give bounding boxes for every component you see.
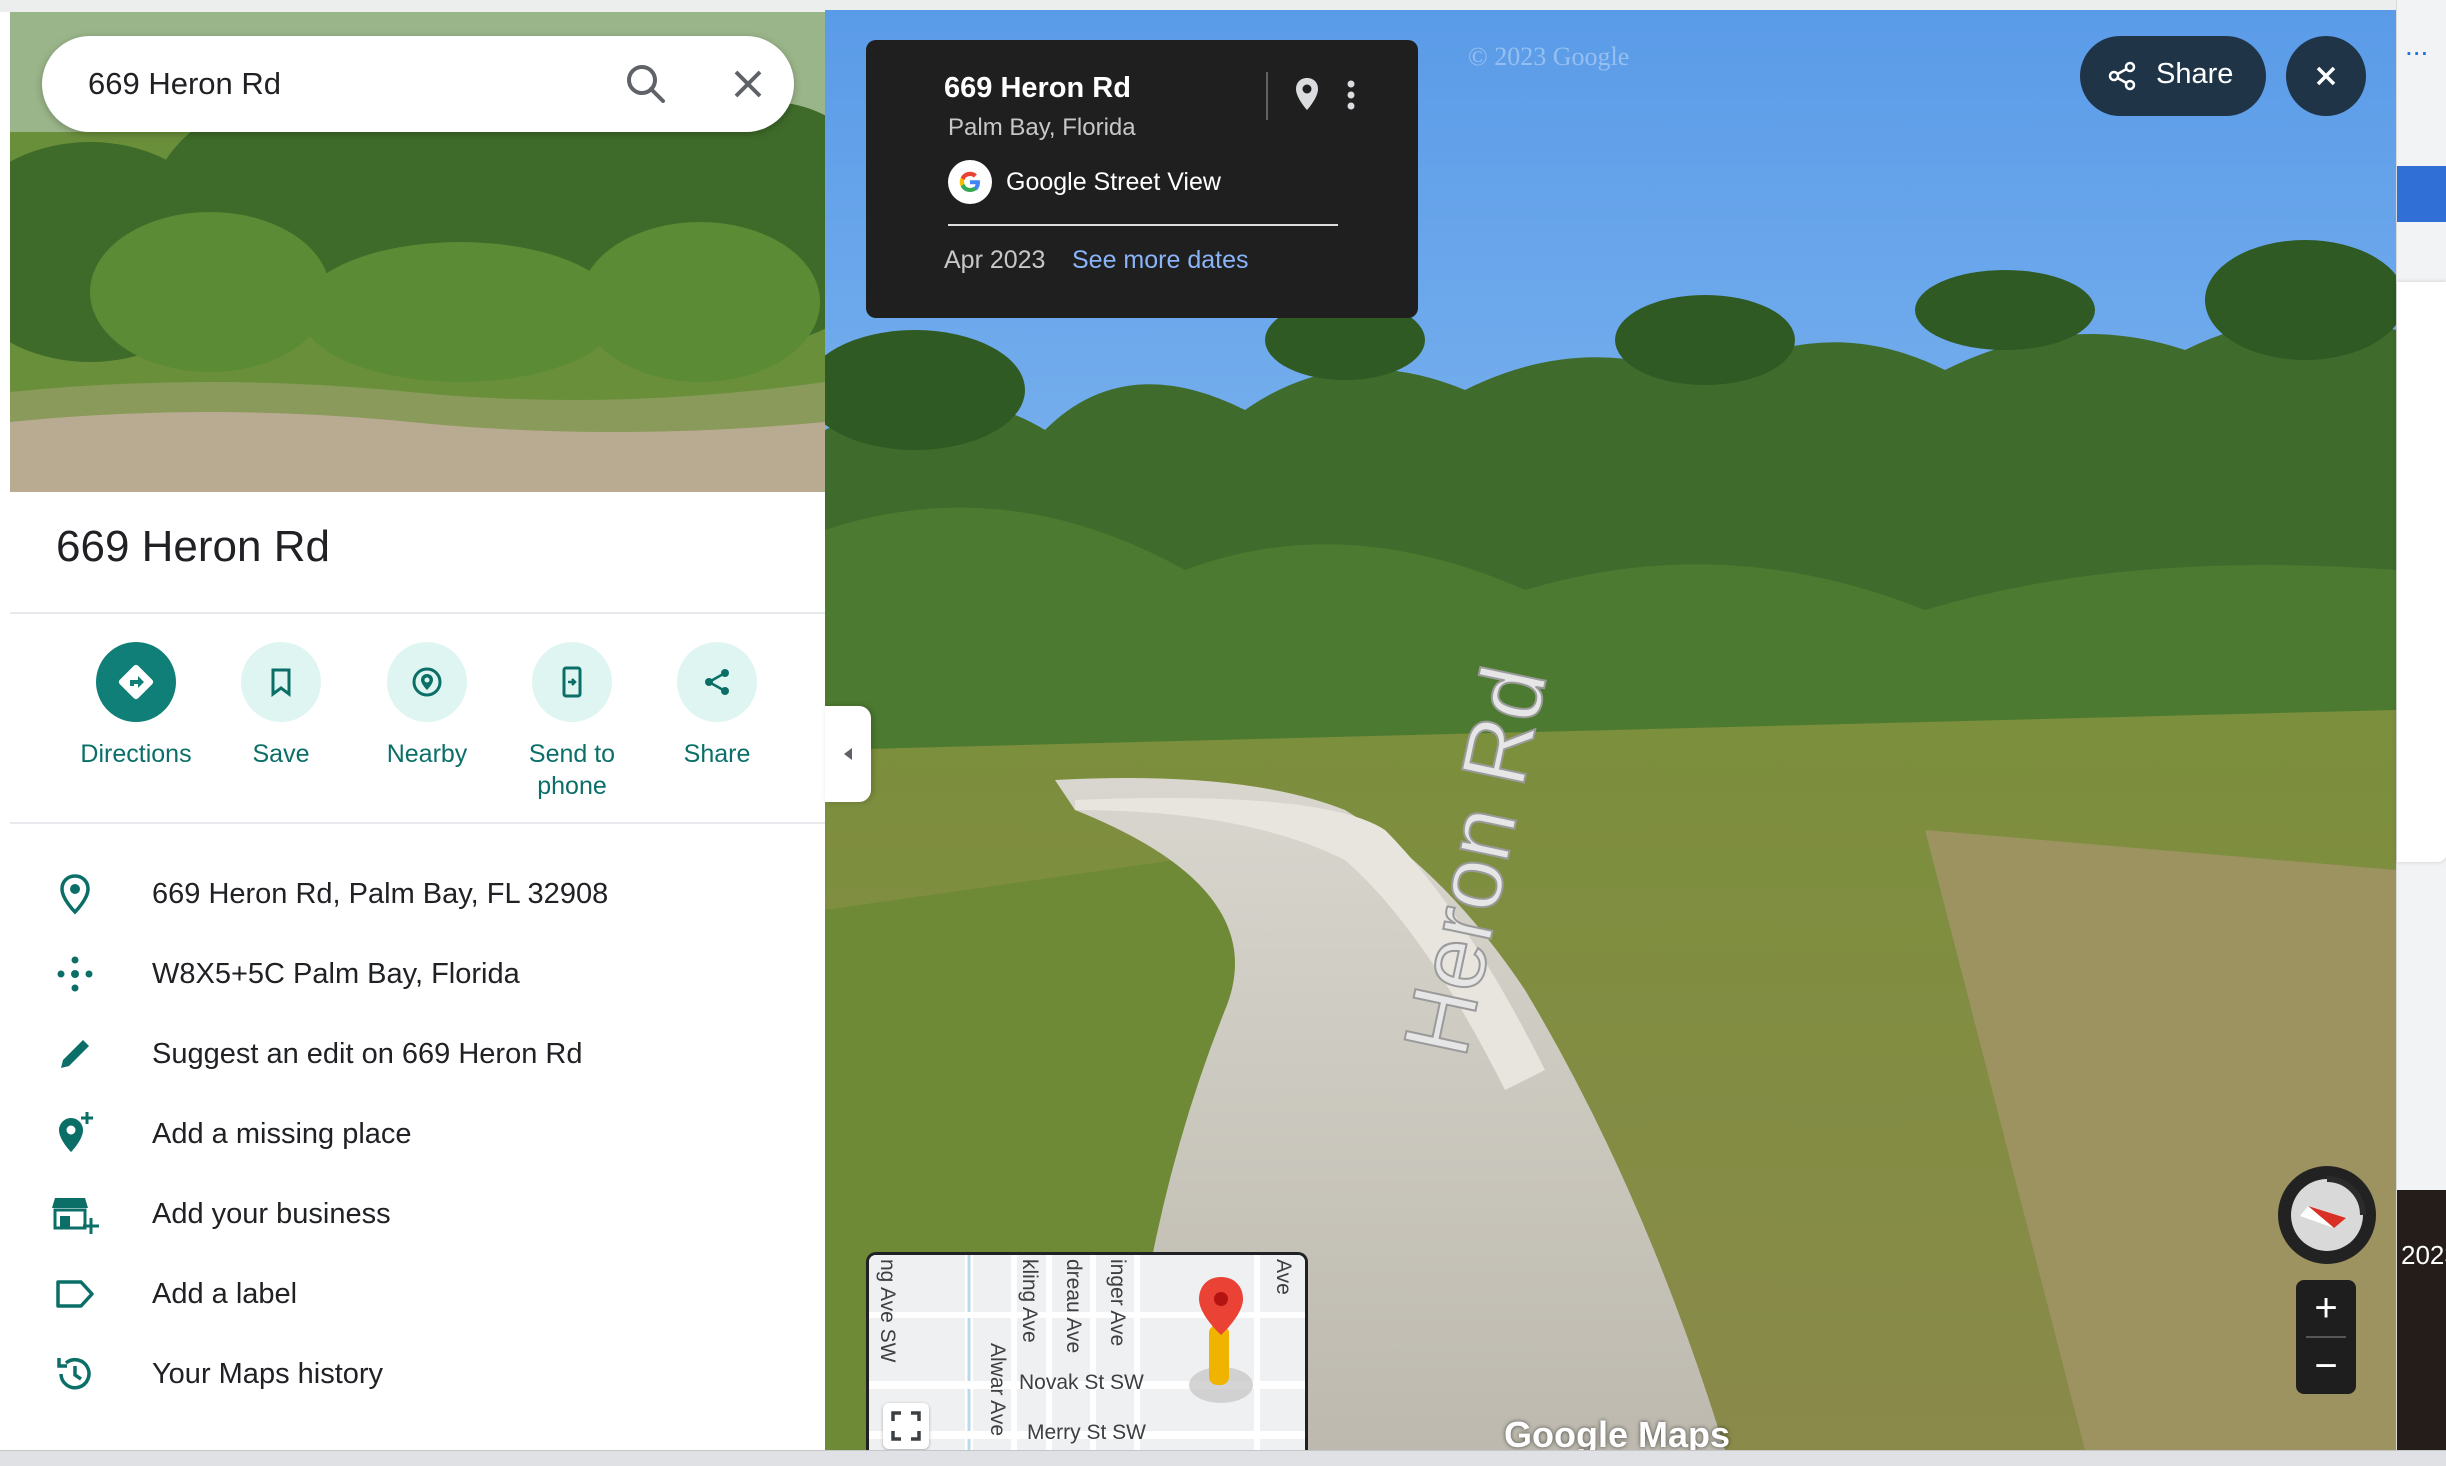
pencil-icon [50,1029,100,1079]
see-more-dates-link[interactable]: See more dates [1072,246,1249,275]
add-business-text: Add your business [152,1197,391,1230]
suggest-edit-text: Suggest an edit on 669 Heron Rd [152,1037,583,1070]
plus-code-row[interactable]: W8X5+5C Palm Bay, Florida [10,944,825,1004]
add-label-text: Add a label [152,1277,298,1310]
address-row[interactable]: 669 Heron Rd, Palm Bay, FL 32908 [10,864,825,924]
more-vert-icon [1347,80,1355,110]
location-pin-icon [50,869,100,919]
mini-map-road-label: Merry St SW [1027,1421,1146,1444]
close-icon [2316,66,2336,86]
compass-icon [2291,1176,2366,1251]
background-year-text: 2023 [2401,1240,2446,1270]
maps-window: Heron Rd © 2023 Google 669 Heron Rd 669 … [0,0,2446,1466]
label-icon [50,1269,100,1319]
close-street-view-button[interactable] [2286,36,2366,116]
clear-search-button[interactable] [722,58,774,110]
maps-history-row[interactable]: Your Maps history [10,1344,825,1404]
share-icon [2108,61,2136,91]
collapse-panel-button[interactable] [825,706,871,802]
capture-date: Apr 2023 [944,246,1046,274]
divider [10,822,825,824]
zoom-out-button[interactable]: − [2296,1338,2356,1394]
directions-label: Directions [80,740,192,768]
card-title: 669 Heron Rd [944,72,1131,104]
share-icon-circle [677,642,757,722]
share-icon [705,669,729,695]
place-title: 669 Heron Rd [56,522,330,571]
search-input[interactable] [88,60,608,108]
directions-icon [118,664,154,700]
provider-label: Google Street View [1006,168,1221,196]
mini-map-road-label: dreau Ave [1062,1259,1085,1354]
card-divider-horizontal [948,224,1338,226]
background-window-edge: ... 2023 [2396,0,2446,1466]
nearby-icon [412,667,442,697]
card-location-button[interactable] [1284,70,1330,120]
nearby-label: Nearby [386,740,468,768]
mini-map[interactable]: ng Ave SW kling Ave dreau Ave inger Ave … [866,1252,1308,1452]
save-label: Save [252,740,310,768]
send-to-label-line1: Send to [528,740,616,768]
add-missing-place-text: Add a missing place [152,1117,412,1150]
close-icon [734,70,762,98]
location-pin-icon [1296,78,1318,110]
add-place-icon [50,1109,100,1159]
card-divider [1266,72,1268,120]
share-label: Share [683,740,751,768]
search-button[interactable] [620,58,672,110]
plus-code-text: W8X5+5C Palm Bay, Florida [152,957,520,990]
street-view-share-button[interactable]: Share [2080,36,2266,116]
save-button[interactable]: Save [208,642,354,770]
send-to-phone-label: Send to phone [499,738,645,802]
address-text: 669 Heron Rd, Palm Bay, FL 32908 [152,877,609,910]
expand-map-button[interactable] [883,1403,929,1449]
zoom-control: + − [2296,1280,2356,1394]
background-card [2397,282,2446,862]
plus-code-icon [50,949,100,999]
add-missing-place-row[interactable]: Add a missing place [10,1104,825,1164]
taskbar-strip [0,1450,2446,1466]
share-button-label: Share [2156,58,2234,90]
nearby-icon-circle [387,642,467,722]
send-to-phone-button[interactable]: Send to phone [499,642,645,802]
add-label-row[interactable]: Add a label [10,1264,825,1324]
send-to-phone-icon [562,666,582,698]
place-panel: 669 Heron Rd Directions Save [10,12,825,1450]
mini-map-road-label: Alwar Ave [986,1343,1009,1436]
search-box [42,36,794,132]
mini-map-road-label: ng Ave SW [876,1259,899,1363]
suggest-edit-row[interactable]: Suggest an edit on 669 Heron Rd [10,1024,825,1084]
bookmark-icon [271,668,291,697]
maps-history-text: Your Maps history [152,1357,384,1390]
directions-icon-circle [96,642,176,722]
search-icon [627,65,665,103]
overflow-dots[interactable]: ... [2405,30,2428,62]
mini-map-road-label: Novak St SW [1019,1371,1144,1394]
add-business-row[interactable]: Add your business [10,1184,825,1244]
history-icon [50,1349,100,1399]
directions-button[interactable]: Directions [63,642,209,770]
save-icon-circle [241,642,321,722]
card-subtitle: Palm Bay, Florida [948,114,1136,141]
mini-map-road-label: kling Ave [1018,1259,1041,1343]
background-dark-panel [2397,1190,2446,1466]
nearby-button[interactable]: Nearby [354,642,500,770]
caret-left-icon [844,748,852,760]
background-blue-button[interactable] [2397,166,2446,222]
google-logo-icon [948,160,992,204]
zoom-in-button[interactable]: + [2296,1280,2356,1336]
fullscreen-icon [891,1411,921,1441]
divider [10,612,825,614]
card-more-options-button[interactable] [1336,70,1366,120]
share-button[interactable]: Share [644,642,790,770]
copyright-text: © 2023 Google [1468,42,1630,71]
send-to-label-line2: phone [537,772,607,800]
mini-map-road-label: inger Ave [1106,1259,1129,1347]
add-business-icon [50,1189,100,1239]
send-to-phone-icon-circle [532,642,612,722]
mini-map-road-label: Ave [1272,1259,1295,1295]
compass-control[interactable] [2278,1166,2376,1264]
street-view-info-card: 669 Heron Rd Palm Bay, Florida Google St… [866,40,1418,318]
